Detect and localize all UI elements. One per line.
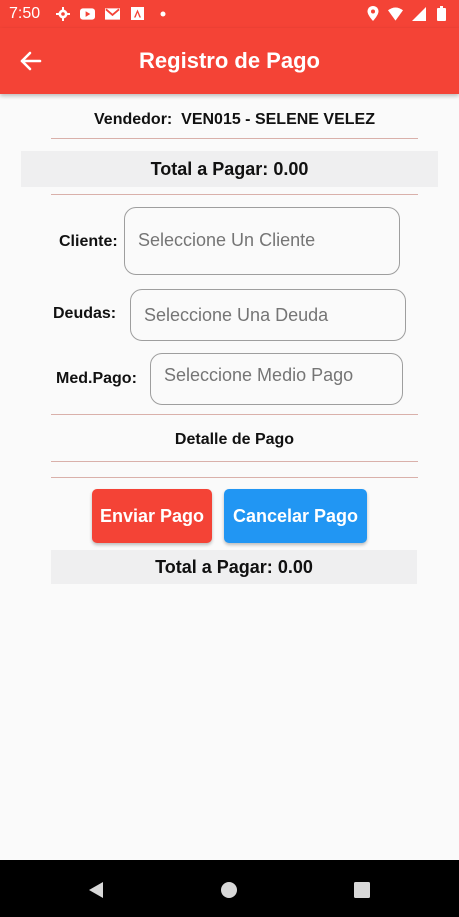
gmail-icon (105, 6, 120, 21)
home-circle-icon (221, 882, 237, 898)
detalle-de-pago-title: Detalle de Pago (174, 431, 295, 448)
status-time: 7:50 (9, 5, 41, 22)
cliente-label: Cliente: (59, 233, 118, 250)
deudas-select[interactable]: Seleccione Una Deuda (130, 289, 406, 341)
deudas-label: Deudas: (53, 305, 117, 322)
medio-pago-placeholder: Seleccione Medio Pago (164, 365, 354, 385)
divider (51, 138, 418, 139)
nav-recents-button[interactable] (351, 879, 373, 901)
page-title: Registro de Pago (139, 48, 320, 73)
status-icons-left (55, 6, 170, 21)
app-bar: Registro de Pago (0, 28, 459, 94)
total-a-pagar-top: Total a Pagar: 0.00 (21, 151, 438, 187)
status-bar: 7:50 (0, 0, 459, 28)
nav-home-button[interactable] (218, 879, 240, 901)
cliente-select[interactable]: Seleccione Un Cliente (124, 207, 400, 275)
dot-icon (155, 6, 170, 21)
divider (51, 414, 418, 415)
vendedor-line: Vendedor: VEN015 - SELENE VELEZ (51, 111, 418, 137)
youtube-icon (80, 6, 95, 21)
system-nav-bar (0, 860, 459, 917)
total-value: 0.00 (277, 556, 313, 577)
status-icons-right (365, 6, 449, 21)
nav-back-button[interactable] (85, 879, 107, 901)
cliente-placeholder: Seleccione Un Cliente (138, 230, 316, 250)
vendedor-value: VEN015 - SELENE VELEZ (181, 111, 375, 128)
battery-icon (434, 6, 449, 21)
vendedor-label: Vendedor: (94, 111, 173, 128)
divider (51, 461, 418, 462)
divider (51, 194, 418, 195)
cancelar-pago-button[interactable]: Cancelar Pago (224, 489, 367, 543)
divider (51, 477, 418, 478)
total-a-pagar-bottom: Total a Pagar: 0.00 (51, 550, 417, 584)
back-triangle-icon (89, 882, 103, 898)
enviar-pago-button[interactable]: Enviar Pago (92, 489, 212, 543)
total-label: Total a Pagar: (155, 556, 273, 577)
location-icon (365, 6, 380, 21)
deudas-placeholder: Seleccione Una Deuda (144, 304, 329, 325)
signal-icon (411, 6, 426, 21)
recents-square-icon (354, 882, 370, 898)
gear-icon (55, 6, 70, 21)
a-app-icon (130, 6, 145, 21)
wifi-icon (388, 6, 403, 21)
total-label: Total a Pagar: (150, 158, 269, 179)
medio-pago-label: Med.Pago: (56, 370, 137, 387)
total-value: 0.00 (273, 158, 309, 179)
medio-pago-select[interactable]: Seleccione Medio Pago (150, 353, 403, 405)
